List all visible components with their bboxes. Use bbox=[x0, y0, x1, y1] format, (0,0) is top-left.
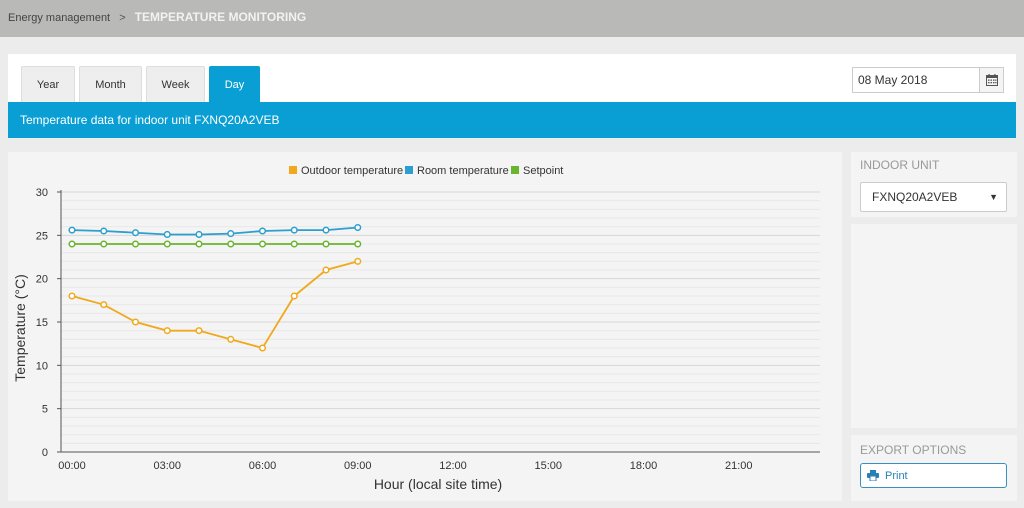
tab-month[interactable]: Month bbox=[79, 66, 142, 102]
tab-panel: Year Month Week Day 08 May 2018 bbox=[8, 54, 1016, 102]
tab-week[interactable]: Week bbox=[146, 66, 205, 102]
x-axis-title: Hour (local site time) bbox=[374, 476, 502, 492]
y-tick-label: 10 bbox=[36, 360, 48, 372]
x-tick-label: 18:00 bbox=[630, 460, 658, 472]
y-tick-label: 0 bbox=[42, 447, 48, 459]
data-point bbox=[163, 240, 171, 248]
indoor-unit-select-value: FXNQ20A2VEB bbox=[872, 190, 958, 204]
chevron-down-icon: ▼ bbox=[989, 192, 998, 202]
tab-day[interactable]: Day bbox=[209, 66, 260, 102]
top-bar: Energy management > TEMPERATURE MONITORI… bbox=[0, 0, 1024, 37]
chart-panel: Outdoor temperature Room temperature Setpo… bbox=[8, 152, 842, 501]
data-point bbox=[258, 227, 267, 235]
data-point bbox=[227, 230, 235, 238]
breadcrumb-parent-link[interactable]: Energy management bbox=[8, 12, 110, 24]
series-line bbox=[71, 226, 358, 236]
legend-item: Setpoint bbox=[511, 165, 563, 177]
legend-label: Setpoint bbox=[523, 165, 563, 177]
data-point bbox=[354, 240, 362, 248]
temperature-chart: Outdoor temperature Room temperature Setpo… bbox=[12, 165, 820, 492]
print-label: Print bbox=[885, 469, 908, 482]
export-options-title: EXPORT OPTIONS bbox=[860, 443, 967, 457]
data-point bbox=[131, 318, 140, 326]
indoor-unit-select[interactable]: FXNQ20A2VEB ▼ bbox=[860, 182, 1007, 212]
data-point bbox=[163, 327, 171, 335]
y-axis-title: Temperature (°C) bbox=[12, 274, 28, 382]
y-tick-label: 30 bbox=[36, 187, 48, 199]
data-point bbox=[195, 327, 203, 335]
y-tick-label: 20 bbox=[36, 274, 48, 286]
x-tick-label: 09:00 bbox=[344, 460, 372, 472]
y-tick-label: 5 bbox=[42, 404, 48, 416]
data-point bbox=[68, 226, 76, 234]
unit-header-bar: Temperature data for indoor unit FXNQ20A… bbox=[8, 102, 1016, 138]
breadcrumb: Energy management > TEMPERATURE MONITORI… bbox=[8, 10, 306, 24]
date-input[interactable]: 08 May 2018 bbox=[852, 67, 980, 93]
x-tick-label: 12:00 bbox=[439, 460, 467, 472]
data-point bbox=[227, 240, 235, 248]
page-title: TEMPERATURE MONITORING bbox=[134, 10, 307, 24]
data-point bbox=[258, 240, 267, 248]
y-tick-label: 25 bbox=[36, 230, 48, 242]
legend-swatch bbox=[511, 166, 519, 174]
data-point bbox=[290, 226, 298, 234]
data-point bbox=[290, 292, 298, 300]
series-setpoint bbox=[68, 240, 362, 248]
x-tick-label: 03:00 bbox=[153, 460, 181, 472]
unit-header-title: Temperature data for indoor unit FXNQ20A… bbox=[20, 113, 280, 127]
data-point bbox=[322, 266, 330, 274]
x-tick-label: 00:00 bbox=[58, 460, 86, 472]
export-options-box: EXPORT OPTIONS Print bbox=[851, 435, 1017, 501]
chart-legend: Outdoor temperature Room temperature Setpo… bbox=[289, 165, 563, 177]
legend-label: Room temperature bbox=[417, 165, 509, 177]
data-point bbox=[354, 257, 362, 265]
data-point bbox=[131, 229, 140, 237]
data-point bbox=[68, 292, 76, 300]
data-point bbox=[100, 227, 108, 235]
data-point bbox=[131, 240, 140, 248]
breadcrumb-separator: > bbox=[119, 12, 126, 24]
indoor-unit-box: INDOOR UNIT FXNQ20A2VEB ▼ bbox=[851, 152, 1017, 217]
data-point bbox=[354, 223, 362, 232]
data-point bbox=[195, 240, 203, 248]
data-point bbox=[322, 240, 330, 248]
print-button[interactable]: Print bbox=[860, 463, 1007, 488]
calendar-icon bbox=[985, 74, 998, 86]
indoor-unit-title: INDOOR UNIT bbox=[860, 158, 940, 172]
legend-swatch bbox=[405, 166, 413, 174]
printer-icon bbox=[867, 470, 879, 481]
legend-item: Outdoor temperature bbox=[289, 165, 403, 177]
data-point bbox=[100, 240, 108, 248]
data-point bbox=[100, 301, 108, 309]
sidebar-empty-box bbox=[851, 224, 1017, 428]
y-tick-label: 15 bbox=[36, 317, 48, 329]
data-point bbox=[195, 230, 203, 239]
data-point bbox=[227, 335, 235, 343]
chart-grid bbox=[61, 191, 820, 453]
x-tick-label: 21:00 bbox=[725, 460, 753, 472]
legend-label: Outdoor temperature bbox=[301, 165, 403, 177]
legend-swatch bbox=[289, 166, 297, 174]
data-point bbox=[290, 240, 298, 248]
legend-item: Room temperature bbox=[405, 165, 509, 177]
x-tick-label: 15:00 bbox=[534, 460, 562, 472]
data-point bbox=[68, 240, 76, 248]
tab-year[interactable]: Year bbox=[21, 66, 75, 102]
x-tick-label: 06:00 bbox=[249, 460, 277, 472]
data-point bbox=[163, 230, 171, 239]
data-point bbox=[258, 344, 267, 352]
data-point bbox=[322, 226, 330, 234]
calendar-button[interactable] bbox=[979, 67, 1004, 93]
